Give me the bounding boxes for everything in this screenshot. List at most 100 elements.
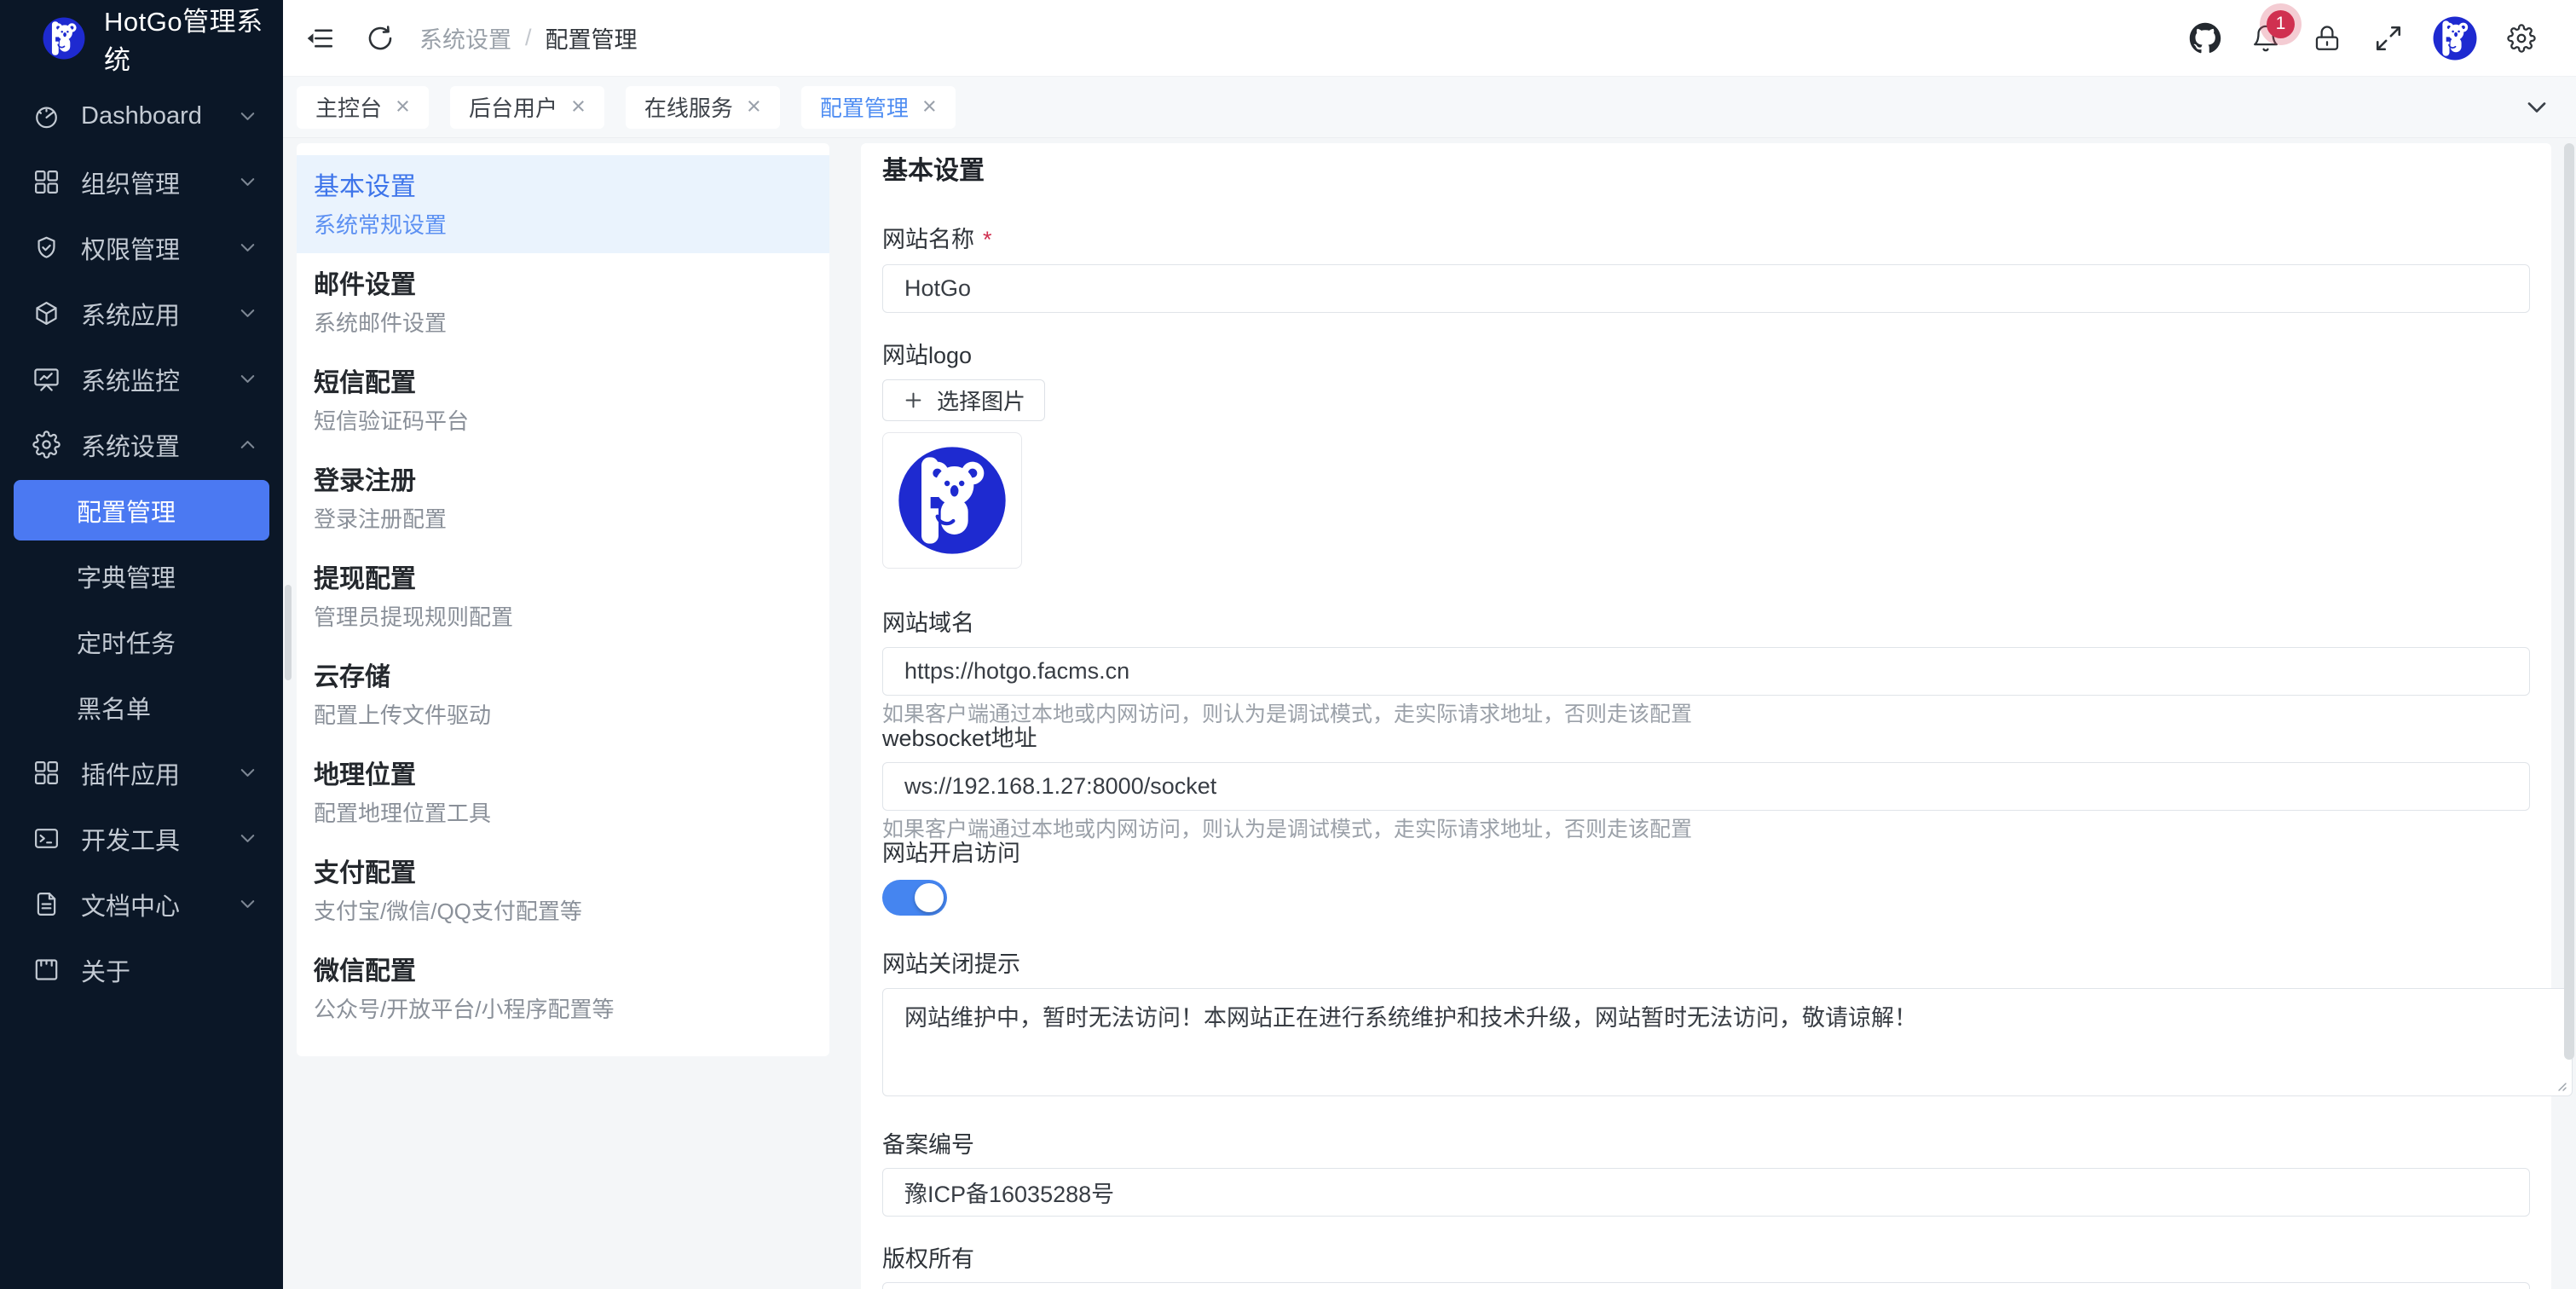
sidebar-item-dev-tools[interactable]: 开发工具 — [0, 806, 283, 871]
about-icon — [32, 956, 61, 984]
settings-nav-geo-location[interactable]: 地理位置 配置地理位置工具 — [297, 743, 829, 841]
monitor-icon — [32, 365, 61, 393]
sidebar-item-doc-center[interactable]: 文档中心 — [0, 871, 283, 937]
hotgo-koala-logo-icon — [898, 446, 1007, 555]
app-logo[interactable]: HotGo管理系统 — [0, 0, 283, 77]
copyright-input[interactable] — [882, 1282, 2530, 1289]
gear-icon — [32, 431, 61, 459]
sidebar-item-label: 黑名单 — [77, 690, 151, 725]
chevron-down-icon — [236, 236, 259, 259]
site-logo-preview — [882, 432, 1022, 569]
tab-label: 后台用户 — [469, 91, 557, 123]
close-icon[interactable]: × — [747, 95, 761, 119]
settings-nav-subtitle: 短信验证码平台 — [314, 408, 812, 436]
fullscreen-icon[interactable] — [2371, 21, 2406, 55]
settings-nav-subtitle: 配置上传文件驱动 — [314, 702, 812, 730]
settings-nav-cloud-storage[interactable]: 云存储 配置上传文件驱动 — [297, 645, 829, 743]
websocket-label: websocket地址 — [882, 724, 2530, 753]
menu-fold-icon[interactable] — [303, 21, 338, 55]
sidebar-item-organization[interactable]: 组织管理 — [0, 149, 283, 215]
settings-nav-title: 提现配置 — [314, 564, 812, 595]
sidebar-item-system-app[interactable]: 系统应用 — [0, 280, 283, 346]
choose-image-button[interactable]: 选择图片 — [882, 379, 1045, 421]
chevron-down-icon — [236, 827, 259, 850]
basic-settings-form: 基本设置 网站名称 * 网站logo 选择图片 网站域名 — [861, 143, 2551, 1289]
settings-nav-basic[interactable]: 基本设置 系统常规设置 — [297, 155, 829, 253]
sidebar-item-config-management[interactable]: 配置管理 — [14, 480, 269, 540]
refresh-icon[interactable] — [363, 21, 397, 55]
notification-bell-icon[interactable]: 1 — [2249, 21, 2283, 55]
sidebar-item-system-monitor[interactable]: 系统监控 — [0, 346, 283, 412]
sidebar-item-label: 系统应用 — [81, 296, 180, 332]
site-name-input[interactable] — [882, 264, 2530, 313]
open-tabs: 主控台 × 后台用户 × 在线服务 × 配置管理 × — [297, 86, 956, 129]
tab-admin-users[interactable]: 后台用户 × — [450, 86, 604, 129]
resize-grip-icon[interactable] — [2554, 1078, 2567, 1092]
page-title: 基本设置 — [882, 155, 985, 188]
settings-nav-title: 微信配置 — [314, 957, 812, 987]
shield-check-icon — [32, 234, 61, 262]
settings-nav-subtitle: 支付宝/微信/QQ支付配置等 — [314, 898, 812, 926]
settings-nav-subtitle: 系统常规设置 — [314, 211, 812, 240]
sidebar-item-about[interactable]: 关于 — [0, 937, 283, 1003]
site-access-toggle[interactable] — [882, 880, 947, 916]
close-icon[interactable]: × — [396, 95, 410, 119]
sidebar-item-plugin-app[interactable]: 插件应用 — [0, 740, 283, 806]
sidebar-item-label: 文档中心 — [81, 887, 180, 922]
main-scrollbar[interactable] — [2564, 143, 2574, 1060]
settings-nav-subtitle: 系统邮件设置 — [314, 309, 812, 338]
sidebar-item-label: Dashboard — [81, 102, 202, 130]
websocket-input[interactable] — [882, 762, 2530, 811]
document-icon — [32, 890, 61, 918]
close-tip-textarea[interactable]: 网站维护中，暂时无法访问！本网站正在进行系统维护和技术升级，网站暂时无法访问，敬… — [882, 988, 2573, 1096]
tabs-chevron-down-icon[interactable] — [2521, 92, 2552, 123]
plus-icon — [902, 389, 925, 412]
sidebar-item-dict-management[interactable]: 字典管理 — [0, 543, 283, 609]
sidebar-item-blacklist[interactable]: 黑名单 — [0, 674, 283, 740]
grid-icon — [32, 759, 61, 787]
sidebar-item-scheduled-tasks[interactable]: 定时任务 — [0, 609, 283, 674]
tab-console[interactable]: 主控台 × — [297, 86, 429, 129]
icp-label: 备案编号 — [882, 1130, 2530, 1159]
user-avatar[interactable] — [2433, 16, 2477, 61]
toggle-knob — [915, 883, 944, 912]
lock-icon[interactable] — [2310, 21, 2344, 55]
close-icon[interactable]: × — [922, 95, 937, 119]
tab-label: 主控台 — [315, 91, 382, 123]
chevron-down-icon — [236, 105, 259, 128]
settings-nav-withdraw[interactable]: 提现配置 管理员提现规则配置 — [297, 547, 829, 645]
terminal-icon — [32, 824, 61, 853]
site-logo-label: 网站logo — [882, 341, 2530, 370]
chevron-down-icon — [236, 761, 259, 784]
chevron-down-icon — [236, 433, 259, 456]
sidebar-item-dashboard[interactable]: Dashboard — [0, 84, 283, 149]
site-name-field-block: 网站名称 * — [882, 225, 2530, 254]
tab-label: 配置管理 — [820, 91, 909, 123]
icp-input[interactable] — [882, 1168, 2530, 1217]
site-name-label: 网站名称 — [882, 225, 974, 254]
settings-nav-sms[interactable]: 短信配置 短信验证码平台 — [297, 351, 829, 449]
settings-nav-title: 云存储 — [314, 662, 812, 693]
settings-nav-mail[interactable]: 邮件设置 系统邮件设置 — [297, 253, 829, 351]
close-tip-label: 网站关闭提示 — [882, 950, 2530, 979]
tab-config-management[interactable]: 配置管理 × — [801, 86, 956, 129]
sidebar-item-permission[interactable]: 权限管理 — [0, 215, 283, 280]
settings-nav-title: 邮件设置 — [314, 270, 812, 301]
tab-online-service[interactable]: 在线服务 × — [626, 86, 780, 129]
settings-nav-payment[interactable]: 支付配置 支付宝/微信/QQ支付配置等 — [297, 841, 829, 939]
close-icon[interactable]: × — [571, 95, 586, 119]
github-icon[interactable] — [2189, 22, 2221, 55]
settings-nav-login-register[interactable]: 登录注册 登录注册配置 — [297, 449, 829, 547]
sidebar-item-label: 权限管理 — [81, 230, 180, 266]
domain-input[interactable] — [882, 647, 2530, 696]
settings-gear-icon[interactable] — [2504, 21, 2538, 55]
settings-nav-wechat[interactable]: 微信配置 公众号/开放平台/小程序配置等 — [297, 939, 829, 1038]
app-title: HotGo管理系统 — [104, 0, 283, 77]
settings-nav-subtitle: 管理员提现规则配置 — [314, 604, 812, 632]
panel-scrollbar[interactable] — [285, 585, 292, 680]
sidebar-item-label: 关于 — [81, 952, 130, 988]
sidebar-item-system-settings[interactable]: 系统设置 — [0, 412, 283, 477]
dashboard-icon — [32, 102, 61, 130]
sidebar-item-label: 配置管理 — [77, 493, 176, 529]
breadcrumb-parent[interactable]: 系统设置 — [419, 21, 511, 55]
